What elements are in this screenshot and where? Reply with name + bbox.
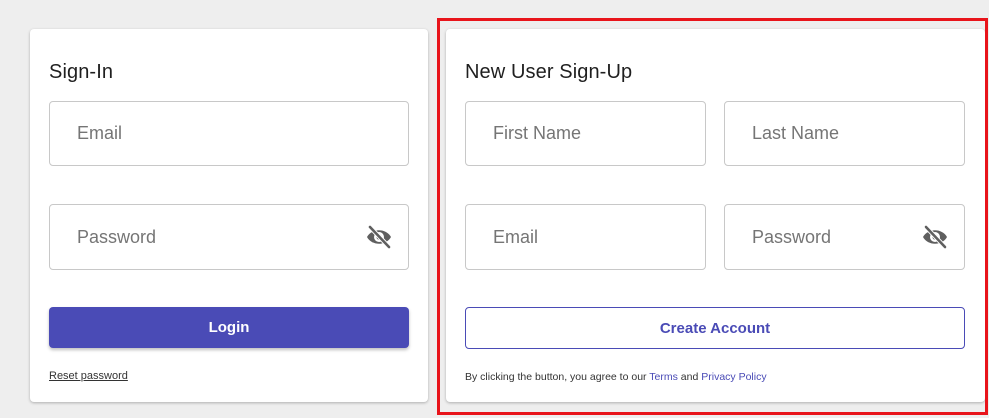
last-name-input[interactable] <box>725 102 964 165</box>
eye-off-icon[interactable] <box>920 222 950 252</box>
signin-card: Sign-In Login Reset password <box>30 29 428 402</box>
last-name-field[interactable] <box>724 101 965 166</box>
terms-notice: By clicking the button, you agree to our… <box>465 371 767 383</box>
signin-email-input[interactable] <box>50 102 408 165</box>
terms-prefix: By clicking the button, you agree to our <box>465 371 647 383</box>
signup-password-field[interactable] <box>724 204 965 270</box>
create-account-button[interactable]: Create Account <box>465 307 965 349</box>
reset-password-link[interactable]: Reset password <box>49 370 128 382</box>
signin-email-field[interactable] <box>49 101 409 166</box>
terms-link[interactable]: Terms <box>649 371 678 383</box>
login-button[interactable]: Login <box>49 307 409 348</box>
signup-email-input[interactable] <box>466 205 705 269</box>
signup-card: New User Sign-Up Create Account By click… <box>446 29 985 402</box>
signin-password-input[interactable] <box>50 205 408 269</box>
signin-title: Sign-In <box>49 61 114 83</box>
signup-title: New User Sign-Up <box>465 61 633 83</box>
first-name-input[interactable] <box>466 102 705 165</box>
signin-password-field[interactable] <box>49 204 409 270</box>
terms-and: and <box>680 371 699 383</box>
eye-off-icon[interactable] <box>364 222 394 252</box>
privacy-policy-link[interactable]: Privacy Policy <box>701 371 766 383</box>
first-name-field[interactable] <box>465 101 706 166</box>
signup-email-field[interactable] <box>465 204 706 270</box>
